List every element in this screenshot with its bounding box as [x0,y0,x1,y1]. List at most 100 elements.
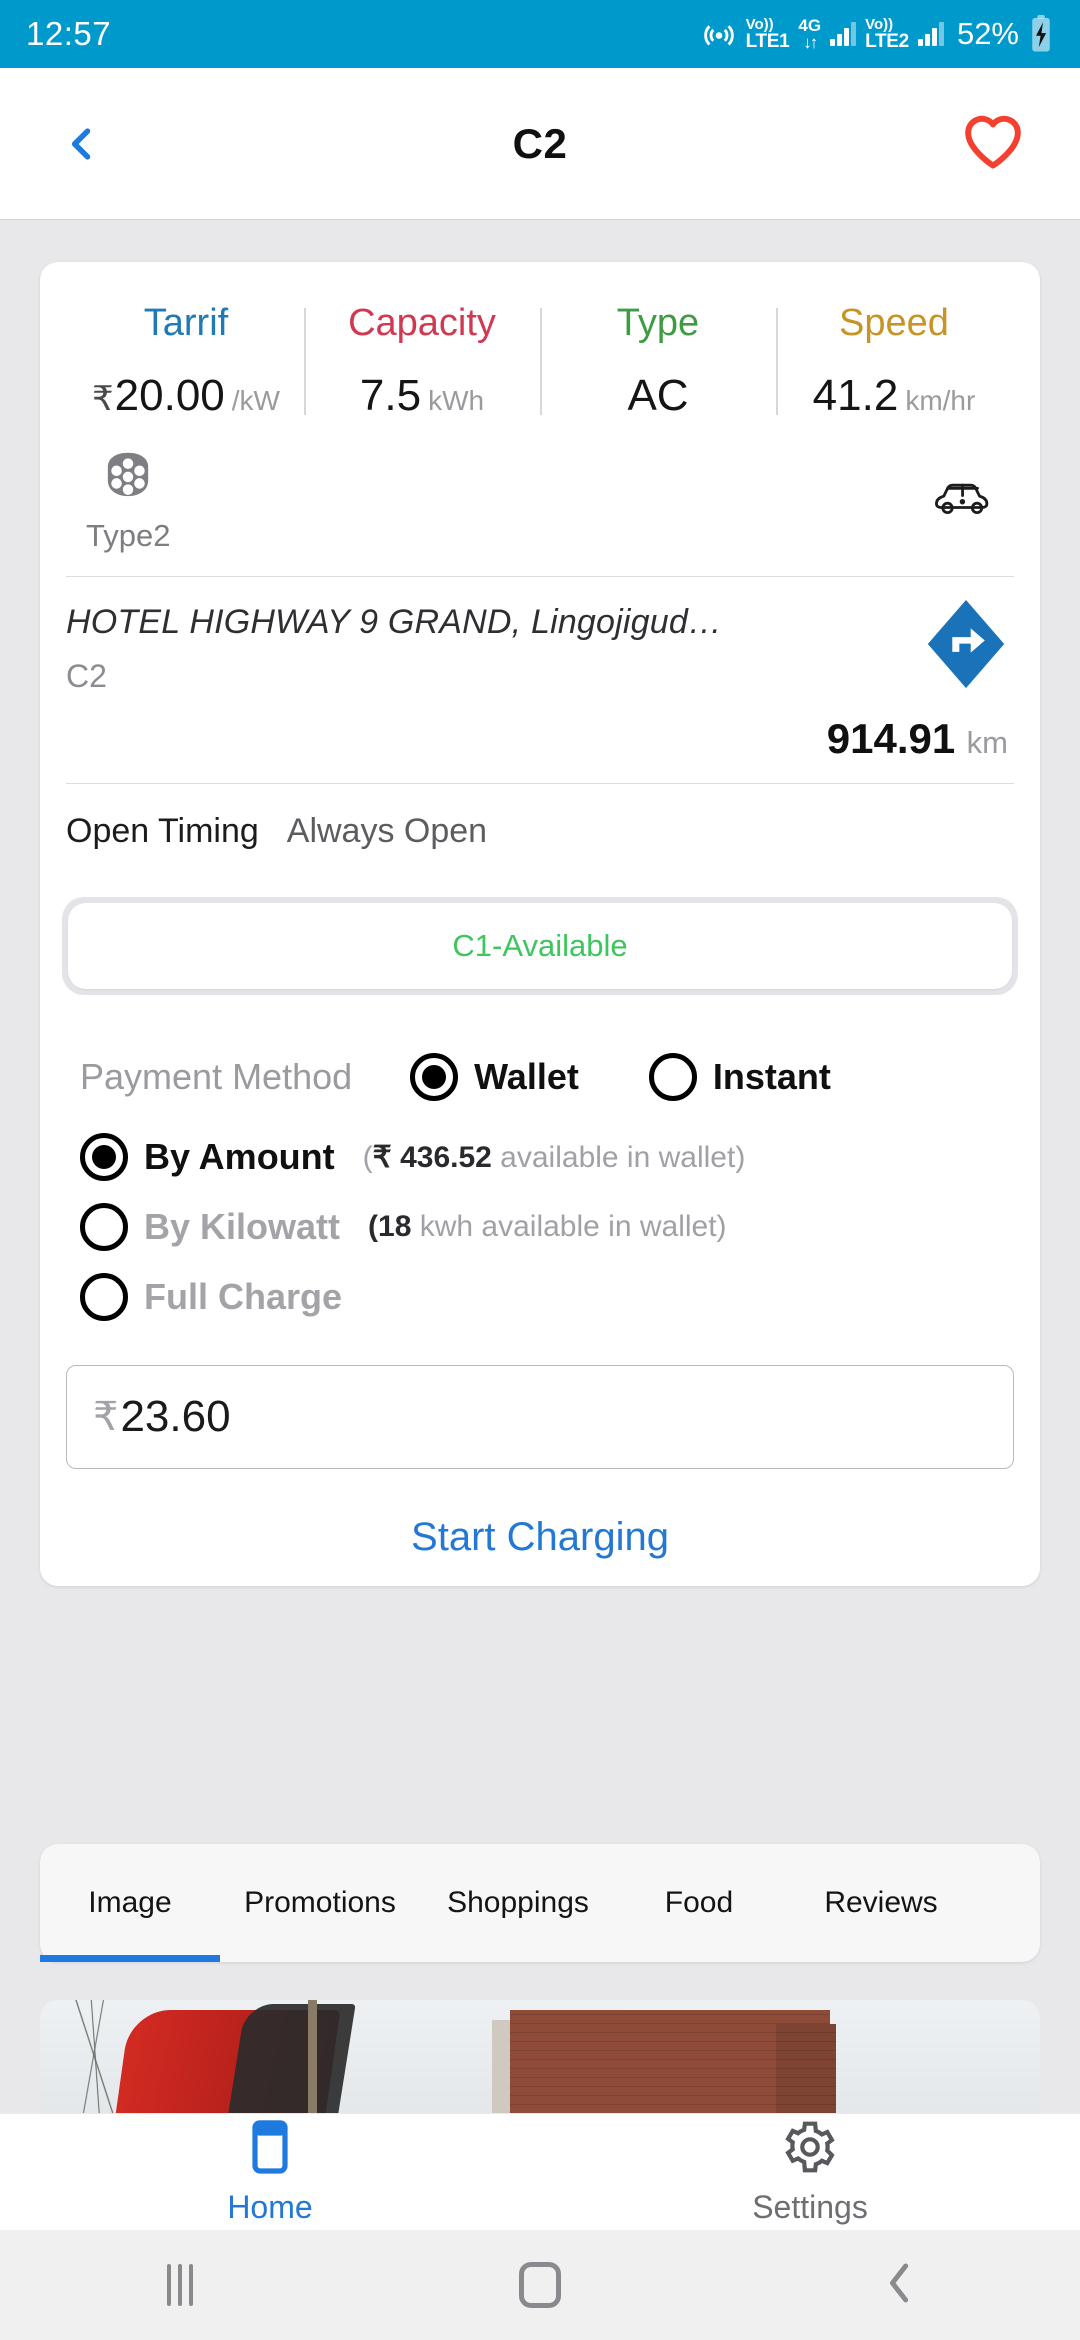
spec-unit: /kW [231,385,280,416]
radio-full-charge[interactable] [80,1273,128,1321]
location-block: HOTEL HIGHWAY 9 GRAND, Lingojigud… C2 91… [40,577,1040,783]
content-tabs: Image Promotions Shoppings Food Reviews [40,1844,1040,1962]
tab-label: Reviews [824,1886,938,1919]
photo-vehicle-dark-panel [226,2004,356,2120]
tab-label: Promotions [244,1886,396,1919]
start-charging-button[interactable]: Start Charging [40,1515,1040,1560]
status-badge: C1-Available [452,928,628,963]
tab-shoppings[interactable]: Shoppings [420,1844,616,1962]
connector-availability-button[interactable]: C1-Available [62,897,1018,995]
bottom-nav-label: Settings [752,2188,868,2225]
charge-option-label: By Kilowatt [144,1206,341,1247]
payment-option-wallet[interactable]: Wallet [410,1053,579,1101]
station-code: C2 [66,658,107,694]
tab-label: Food [664,1886,734,1919]
bottom-nav-label: Home [227,2188,313,2225]
spec-label: Capacity [348,302,496,344]
app-bar: C2 [0,68,1080,220]
wallet-kwh-note: (18 kwh available in wallet) [368,1210,727,1243]
charge-option-label: Full Charge [144,1276,343,1317]
gear-icon [782,2119,838,2180]
distance-row: 914.91 km [66,715,1014,763]
tab-label: Image [88,1886,172,1919]
charge-option-full-charge[interactable]: Full Charge [40,1251,1040,1321]
volte-1-icon: Vo)) LTE1 [745,16,790,52]
open-timing-row: Open Timing Always Open [40,784,1040,879]
spec-value: 41.2 km/hr [813,371,976,421]
connector-row: Type2 [40,439,1040,576]
open-timing-value: Always Open [286,812,488,850]
bottom-nav-home[interactable]: Home [0,2119,540,2226]
signal-bars-sim2-icon [917,22,944,46]
payment-option-label: Instant [712,1056,831,1097]
back-button[interactable] [52,114,112,174]
network-type-icon: 4G ↓↑ [798,16,822,52]
radio-by-kilowatt[interactable] [80,1203,128,1251]
spec-unit: km/hr [905,385,976,416]
payment-option-label: Wallet [474,1056,579,1097]
volte-2-icon: Vo)) LTE2 [865,16,909,52]
rupee-symbol: ₹ [93,1395,119,1439]
heart-outline-icon [962,112,1024,175]
spec-value: 7.5 kWh [360,371,484,421]
distance-unit: km [966,725,1008,760]
spec-label: Tarrif [143,302,229,344]
android-recents-button[interactable] [0,2264,360,2306]
amount-value: 23.60 [120,1392,231,1441]
payment-method-label: Payment Method [80,1056,353,1097]
spec-value: ₹ 20.00 /kW [92,371,280,421]
type2-connector-icon [97,445,159,512]
spec-unit: kWh [428,385,485,416]
rupee-symbol: ₹ [92,380,114,418]
navigate-button[interactable] [924,597,1008,696]
tab-promotions[interactable]: Promotions [220,1844,420,1962]
back-chevron-icon [883,2260,917,2311]
payment-option-instant[interactable]: Instant [648,1053,831,1101]
radio-by-amount[interactable] [80,1133,128,1181]
spec-capacity: Capacity 7.5 kWh [304,302,540,421]
spec-number: 7.5 [359,371,422,420]
status-bar: 12:57 Vo)) LTE1 4G ↓↑ Vo)) LTE2 52% [0,0,1080,68]
spec-label: Speed [839,302,949,344]
spec-label: Type [616,302,700,344]
car-icon [932,475,994,524]
charge-option-by-amount[interactable]: By Amount (₹ 436.52 available in wallet) [40,1111,1040,1181]
tab-image[interactable]: Image [40,1844,220,1962]
radio-wallet[interactable] [410,1053,459,1101]
spec-tarrif: Tarrif ₹ 20.00 /kW [68,302,304,421]
amount-input[interactable]: ₹ 23.60 [66,1365,1014,1469]
radio-instant[interactable] [648,1053,697,1101]
favorite-button[interactable] [958,109,1028,179]
station-photo-strip[interactable] [40,2000,1040,2120]
spec-row: Tarrif ₹ 20.00 /kW Capacity 7.5 kWh Type… [40,262,1040,439]
status-bar-clock: 12:57 [26,15,112,52]
tab-reviews[interactable]: Reviews [782,1844,980,1962]
tab-label: Shoppings [447,1886,589,1919]
wallet-kwh-amount: 18 [378,1210,412,1243]
app-screen: 12:57 Vo)) LTE1 4G ↓↑ Vo)) LTE2 52% C2 T… [0,0,1080,2340]
android-back-button[interactable] [720,2260,1080,2311]
charge-option-by-kilowatt[interactable]: By Kilowatt (18 kwh available in wallet) [40,1181,1040,1251]
wallet-balance-note: (₹ 436.52 available in wallet) [362,1140,746,1174]
station-detail-card: Tarrif ₹ 20.00 /kW Capacity 7.5 kWh Type… [40,262,1040,1586]
start-charging-label: Start Charging [411,1515,669,1559]
spec-speed: Speed 41.2 km/hr [776,302,1012,421]
home-device-icon [246,2119,294,2180]
photo-pole [308,2000,317,2120]
payment-method-row: Payment Method Wallet Instant [40,1005,1040,1111]
android-home-button[interactable] [360,2262,720,2308]
bottom-nav-settings[interactable]: Settings [540,2119,1080,2226]
navigation-direction-icon [924,599,1008,695]
page-title: C2 [512,119,568,167]
spec-type: Type AC [540,302,776,421]
wallet-balance-amount: ₹ 436.52 [372,1140,492,1174]
bottom-navigation: Home Settings [0,2113,1080,2230]
connector-label: Type2 [86,518,171,553]
open-timing-label: Open Timing [66,812,259,850]
hotspot-icon [701,16,737,52]
signal-bars-sim1-icon [830,22,857,46]
battery-percent-label: 52% [956,16,1019,51]
spec-number: AC [627,371,689,420]
spec-number: 20.00 [114,371,225,420]
tab-food[interactable]: Food [616,1844,782,1962]
